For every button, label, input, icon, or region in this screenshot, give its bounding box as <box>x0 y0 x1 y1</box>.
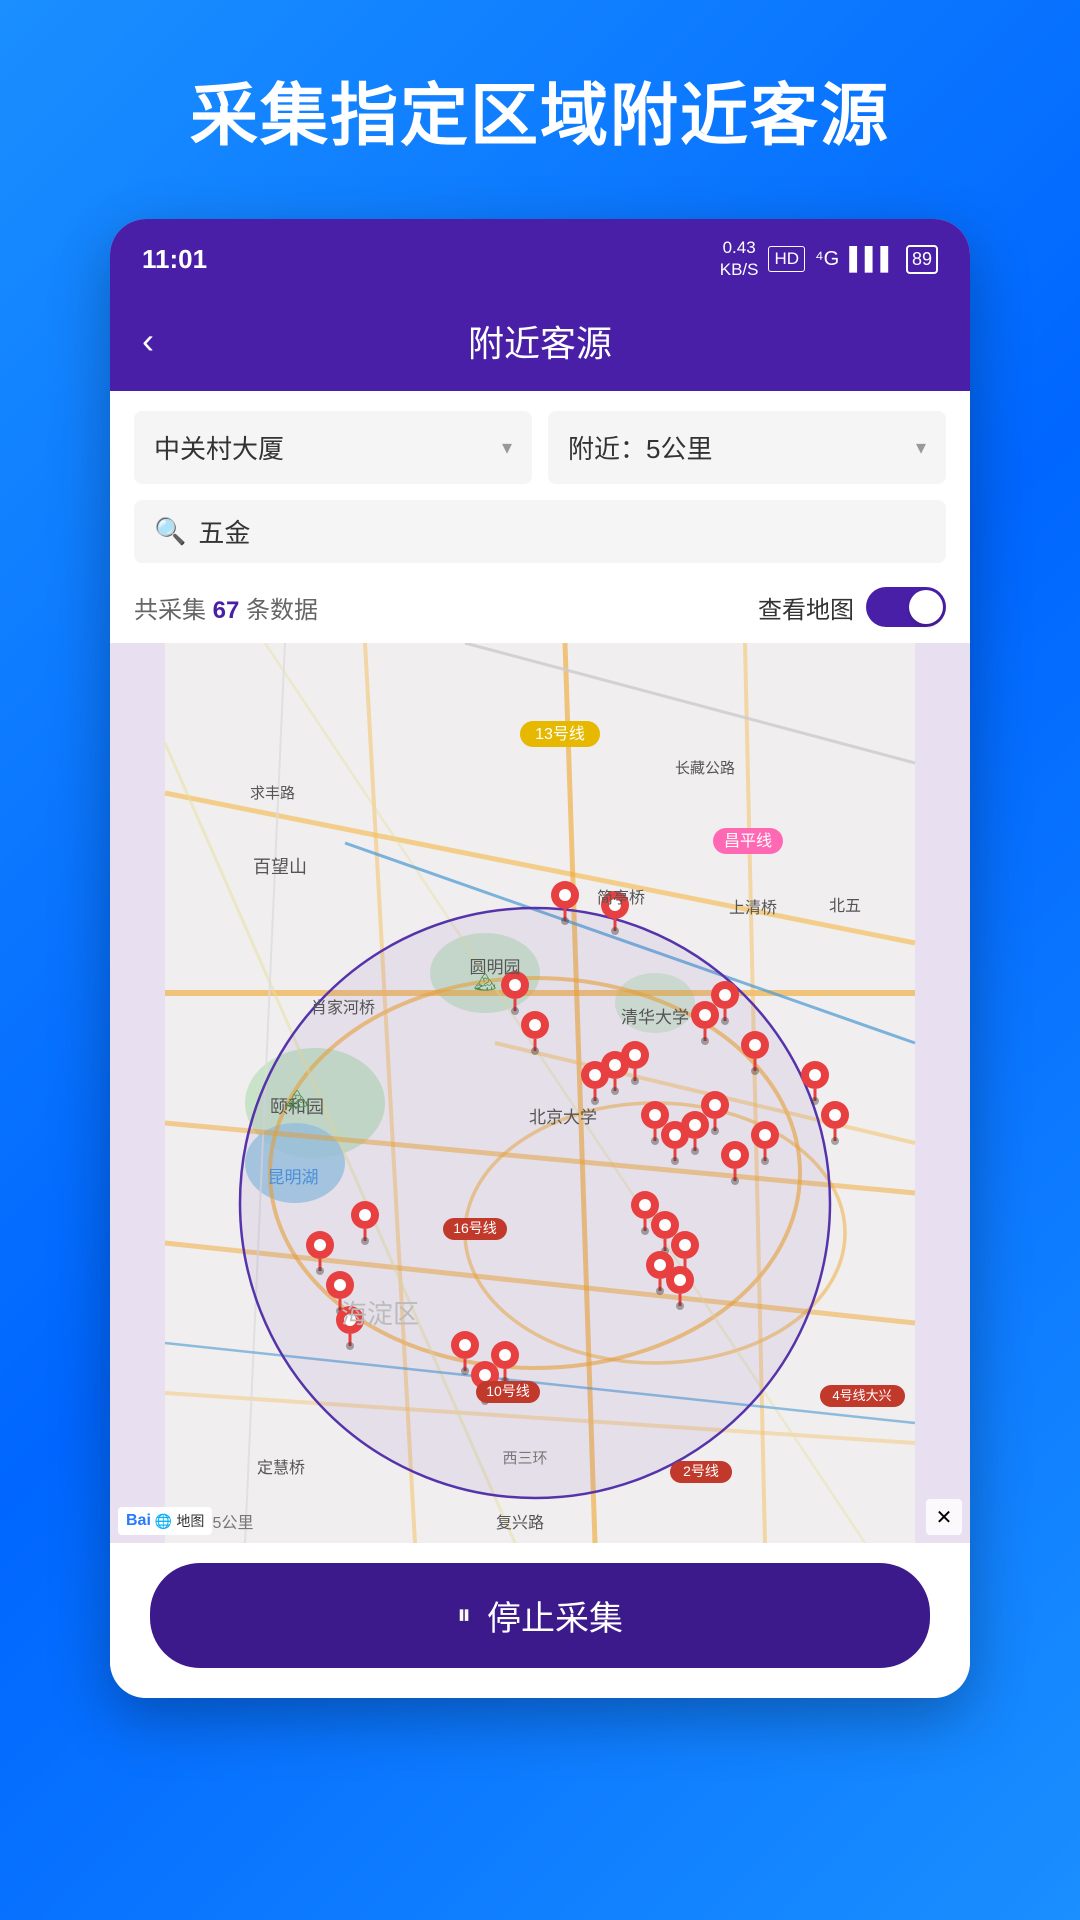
stop-btn-label: 停止采集 <box>487 1591 623 1640</box>
distance-arrow: ▾ <box>916 435 926 460</box>
network-icon: ⁴G <box>815 248 839 271</box>
svg-text:肖家河桥: 肖家河桥 <box>311 999 375 1017</box>
map-toggle-area: 查看地图 <box>758 587 946 627</box>
svg-text:海淀区: 海淀区 <box>341 1299 419 1329</box>
svg-text:昌平线: 昌平线 <box>724 832 772 850</box>
svg-text:上清桥: 上清桥 <box>729 899 777 917</box>
stats-count: 67 <box>213 597 240 624</box>
location-dropdown[interactable]: 中关村大厦 ▾ <box>134 411 532 484</box>
dropdown-row: 中关村大厦 ▾ 附近：5公里 ▾ <box>134 411 946 484</box>
svg-text:🏔: 🏔 <box>286 1089 309 1109</box>
location-value: 中关村大厦 <box>154 429 284 466</box>
close-map-button[interactable]: ✕ <box>926 1499 962 1535</box>
svg-text:4号线大兴: 4号线大兴 <box>832 1388 891 1403</box>
nav-title: 附近客源 <box>468 315 612 367</box>
svg-text:13号线: 13号线 <box>535 725 585 743</box>
search-icon: 🔍 <box>154 516 186 547</box>
toggle-knob <box>909 590 943 624</box>
map-container[interactable]: 13号线 昌平线 16号线 10号线 2号线 4号线大兴 百望山 肖家河桥 颐和… <box>110 643 970 1543</box>
svg-text:定慧桥: 定慧桥 <box>257 1459 305 1477</box>
map-svg: 13号线 昌平线 16号线 10号线 2号线 4号线大兴 百望山 肖家河桥 颐和… <box>110 643 970 1543</box>
stats-text: 共采集 67 条数据 <box>134 590 318 625</box>
svg-text:北京大学: 北京大学 <box>529 1108 597 1127</box>
status-speed: 0.43KB/S <box>720 237 759 281</box>
page-title: 采集指定区域附近客源 <box>190 60 890 159</box>
svg-text:百望山: 百望山 <box>253 857 307 877</box>
phone-frame: 11:01 0.43KB/S HD ⁴G ▌▌▌ 89 ‹ 附近客源 中关村大厦… <box>110 219 970 1698</box>
status-icons: 0.43KB/S HD ⁴G ▌▌▌ 89 <box>720 237 938 281</box>
svg-text:长藏公路: 长藏公路 <box>675 760 735 777</box>
svg-text:求丰路: 求丰路 <box>250 785 295 802</box>
svg-text:简亭桥: 简亭桥 <box>597 889 645 907</box>
svg-text:🏔: 🏔 <box>474 972 497 992</box>
search-input[interactable] <box>198 516 926 547</box>
stop-collect-button[interactable]: ⏸ 停止采集 <box>150 1563 930 1668</box>
location-arrow: ▾ <box>502 435 512 460</box>
svg-text:西三环: 西三环 <box>502 1450 547 1467</box>
battery-icon: 89 <box>906 245 938 274</box>
hd-badge: HD <box>768 246 805 272</box>
svg-text:10号线: 10号线 <box>486 1383 530 1399</box>
distance-label: 附近：5公里 <box>568 429 712 466</box>
pause-icon: ⏸ <box>457 1599 471 1632</box>
stats-row: 共采集 67 条数据 查看地图 <box>134 579 946 643</box>
svg-text:5公里: 5公里 <box>213 1514 254 1532</box>
nav-bar: ‹ 附近客源 <box>110 295 970 391</box>
svg-text:清华大学: 清华大学 <box>621 1008 689 1027</box>
search-bar: 🔍 <box>134 500 946 563</box>
distance-dropdown[interactable]: 附近：5公里 ▾ <box>548 411 946 484</box>
signal-icon: ▌▌▌ <box>849 246 896 272</box>
status-bar: 11:01 0.43KB/S HD ⁴G ▌▌▌ 89 <box>110 219 970 295</box>
svg-text:北五: 北五 <box>829 897 861 915</box>
bottom-btn-area: ⏸ 停止采集 <box>110 1543 970 1698</box>
baidu-logo: Bai🌐地图 <box>118 1507 212 1535</box>
back-button[interactable]: ‹ <box>142 320 154 362</box>
svg-text:复兴路: 复兴路 <box>496 1514 544 1532</box>
svg-text:2号线: 2号线 <box>683 1463 719 1479</box>
map-view-toggle[interactable] <box>866 587 946 627</box>
map-toggle-label: 查看地图 <box>758 590 854 625</box>
svg-text:16号线: 16号线 <box>453 1220 497 1236</box>
controls-area: 中关村大厦 ▾ 附近：5公里 ▾ 🔍 共采集 67 条数据 查看地图 <box>110 391 970 643</box>
svg-text:昆明湖: 昆明湖 <box>268 1168 319 1187</box>
status-time: 11:01 <box>142 244 207 275</box>
